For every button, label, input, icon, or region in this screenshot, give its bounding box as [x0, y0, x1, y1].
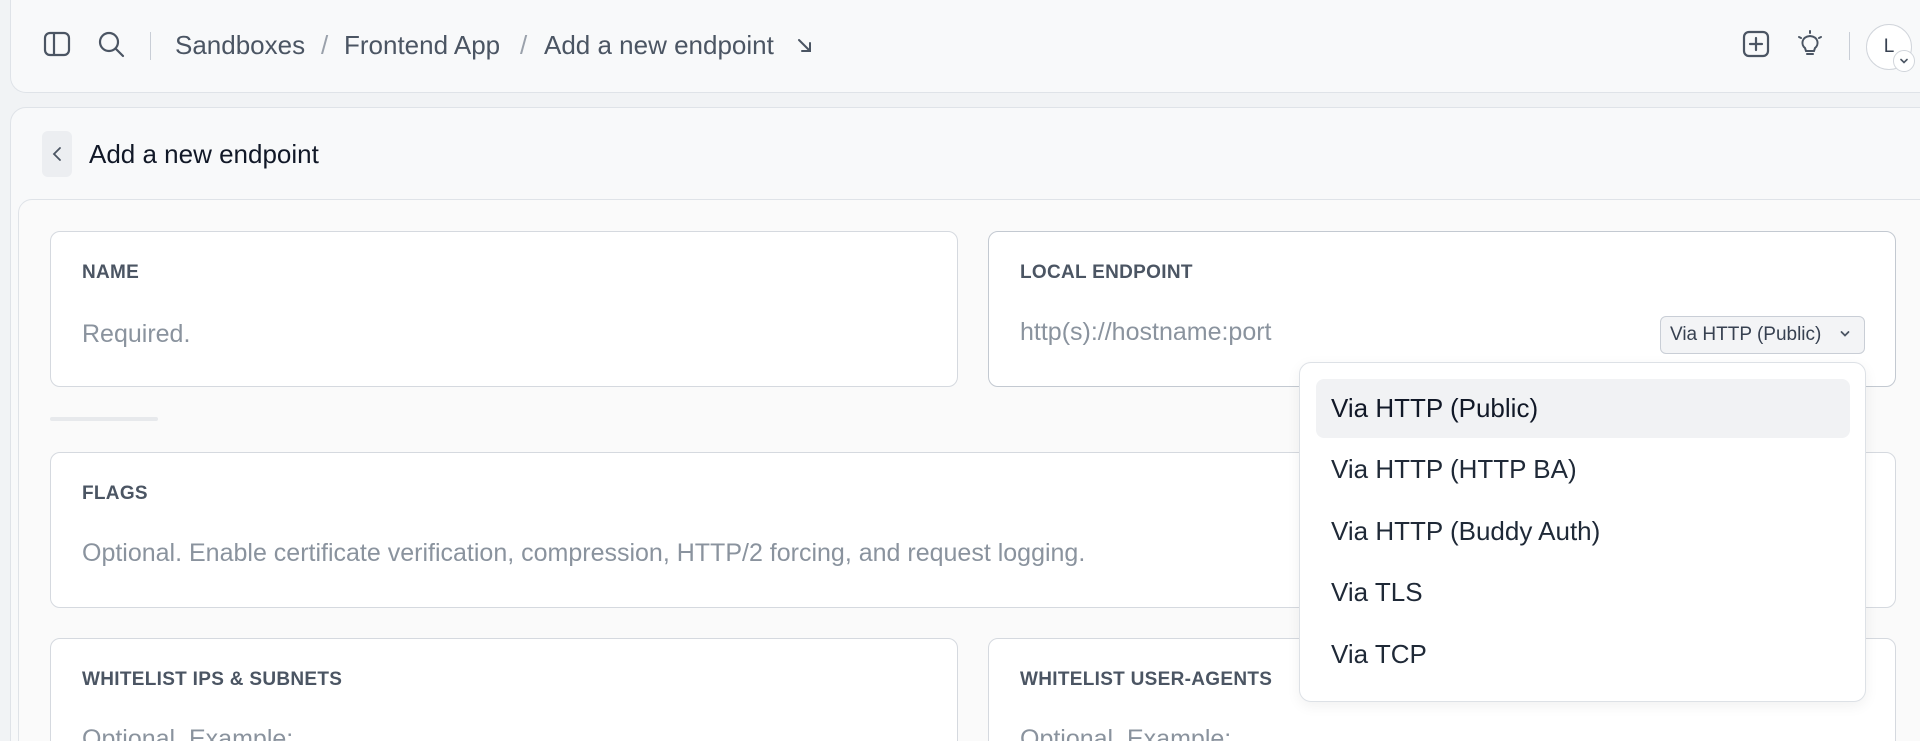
flags-input[interactable]: Optional. Enable certificate verificatio…	[82, 539, 1085, 568]
sidebar-toggle-icon[interactable]	[41, 28, 73, 60]
whitelist-agents-label: WHITELIST USER-AGENTS	[1020, 669, 1273, 690]
whitelist-ips-label: WHITELIST IPS & SUBNETS	[82, 669, 343, 690]
avatar-initial: L	[1883, 36, 1895, 57]
protocol-select-value: Via HTTP (Public)	[1670, 324, 1822, 345]
local-endpoint-input[interactable]: http(s)://hostname:port	[1020, 318, 1272, 347]
whitelist-ips-field[interactable]: WHITELIST IPS & SUBNETS Optional. Exampl…	[50, 638, 958, 741]
breadcrumb-separator: /	[520, 30, 528, 60]
protocol-dropdown-menu: Via HTTP (Public) Via HTTP (HTTP BA) Via…	[1299, 362, 1866, 702]
breadcrumb-separator: /	[321, 30, 329, 60]
lightbulb-icon[interactable]	[1794, 28, 1826, 60]
section-divider	[50, 417, 158, 421]
chevron-left-icon	[52, 147, 61, 161]
dropdown-option-tcp[interactable]: Via TCP	[1316, 625, 1850, 684]
back-button[interactable]	[42, 131, 72, 177]
protocol-select[interactable]: Via HTTP (Public)	[1660, 316, 1865, 354]
breadcrumb-item-sandboxes[interactable]: Sandboxes	[175, 30, 305, 61]
whitelist-agents-input[interactable]: Optional. Example:	[1020, 725, 1231, 741]
breadcrumb-item-current: Add a new endpoint	[544, 30, 774, 60]
add-square-icon[interactable]	[1740, 28, 1772, 60]
chevron-down-icon	[1840, 331, 1850, 337]
topbar-separator	[150, 32, 151, 60]
whitelist-ips-input[interactable]: Optional. Example:	[82, 725, 293, 741]
name-field[interactable]: NAME Required.	[50, 231, 958, 387]
local-endpoint-label: LOCAL ENDPOINT	[1020, 262, 1193, 283]
dropdown-option-http-buddy-auth[interactable]: Via HTTP (Buddy Auth)	[1316, 502, 1850, 561]
flags-label: FLAGS	[82, 483, 148, 504]
dropdown-option-http-ba[interactable]: Via HTTP (HTTP BA)	[1316, 440, 1850, 499]
name-input[interactable]: Required.	[82, 320, 190, 349]
dropdown-option-http-public[interactable]: Via HTTP (Public)	[1316, 379, 1850, 438]
dropdown-option-tls[interactable]: Via TLS	[1316, 563, 1850, 622]
page-title: Add a new endpoint	[89, 139, 319, 169]
chevron-down-icon[interactable]	[1893, 50, 1915, 72]
search-icon[interactable]	[95, 28, 127, 60]
arrow-down-right-icon[interactable]	[789, 30, 821, 62]
breadcrumb-item-frontend-app[interactable]: Frontend App	[344, 30, 500, 61]
name-label: NAME	[82, 262, 140, 283]
topbar-separator	[1849, 32, 1850, 60]
